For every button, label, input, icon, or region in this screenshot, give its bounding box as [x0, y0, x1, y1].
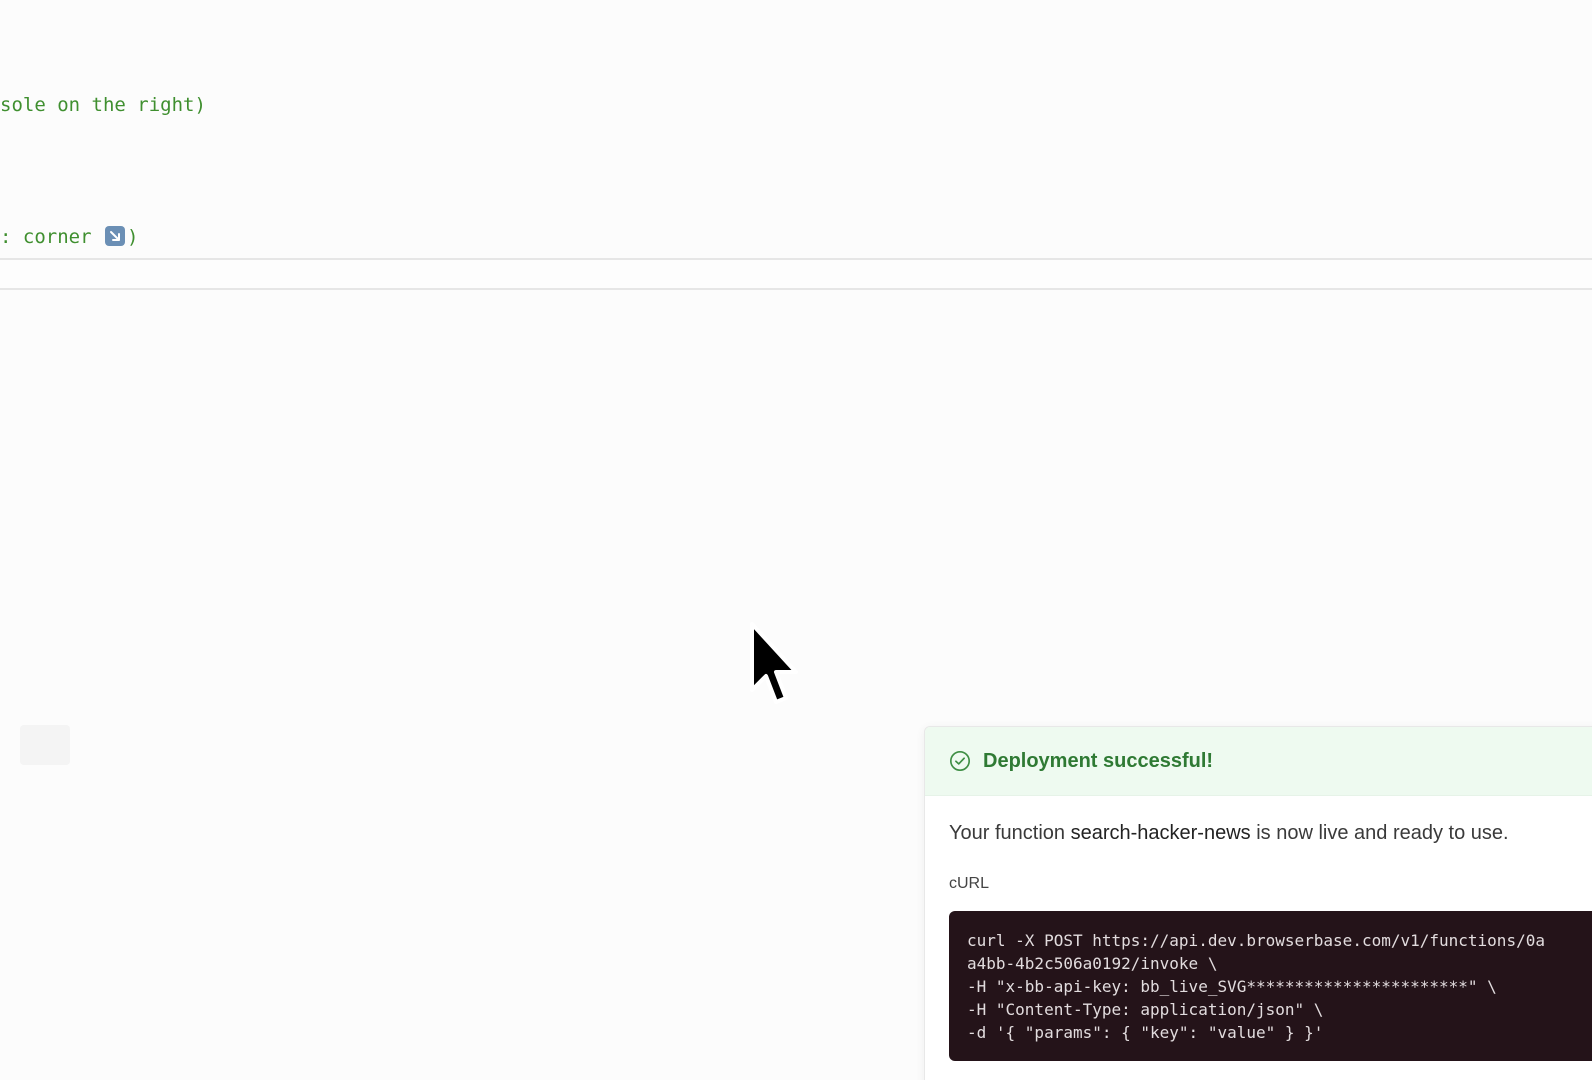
curl-line: -d '{ "params": { "key": "value" } }'	[967, 1023, 1324, 1042]
curl-line: -H "Content-Type: application/json" \	[967, 1000, 1324, 1019]
toast-title: Deployment successful!	[983, 749, 1214, 772]
curl-code-block[interactable]: curl -X POST https://api.dev.browserbase…	[949, 911, 1592, 1061]
check-circle-icon	[950, 751, 970, 771]
message-suffix: is now live and ready to use.	[1250, 822, 1509, 844]
curl-line: -H "x-bb-api-key: bb_live_SVG***********…	[967, 977, 1497, 996]
panel-divider	[0, 288, 1592, 290]
curl-label: cURL	[949, 875, 990, 892]
code-comment-close: )	[126, 226, 139, 248]
message-prefix: Your function	[949, 822, 1071, 844]
code-editor[interactable]: sole on the right) : corner )	[0, 0, 1592, 260]
code-comment-text: : corner	[0, 226, 103, 248]
function-name: search-hacker-news	[1070, 822, 1251, 844]
mouse-pointer-icon	[750, 622, 798, 704]
toast-message: Your function search-hacker-news is now …	[949, 822, 1592, 845]
page: sole on the right) : corner ) Deployment…	[0, 0, 1592, 1080]
deployment-toast: Deployment successful! Your function sea…	[924, 726, 1592, 1080]
arrow-down-right-icon	[104, 226, 125, 246]
toast-body: Your function search-hacker-news is now …	[925, 796, 1592, 1061]
curl-line: a4bb-4b2c506a0192/invoke \	[967, 954, 1218, 973]
panel-tab-strip	[0, 260, 1592, 288]
faint-placeholder	[20, 725, 70, 765]
code-comment-line-1: sole on the right)	[0, 94, 206, 116]
toast-header: Deployment successful!	[925, 727, 1592, 796]
curl-line: curl -X POST https://api.dev.browserbase…	[967, 931, 1545, 950]
code-comment-line-2: : corner )	[0, 226, 138, 248]
